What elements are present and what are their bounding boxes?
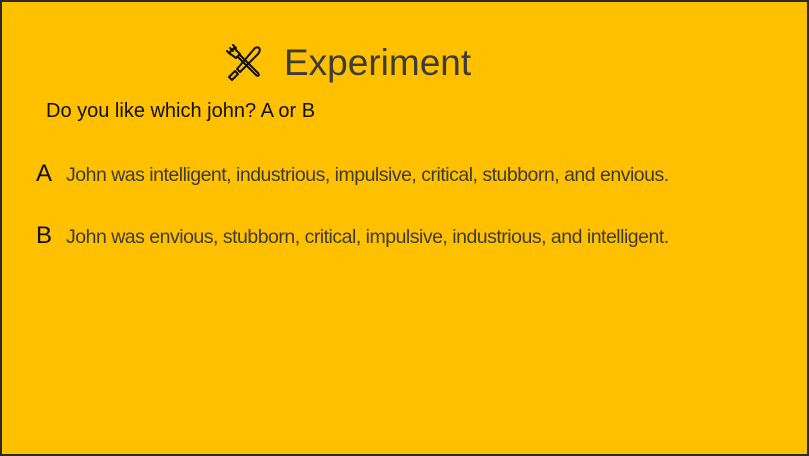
question-text: Do you like which john? A or B [46,100,316,122]
slide-title-row: Experiment [224,38,471,86]
option-b: B John was envious, stubborn, critical, … [36,222,669,250]
utensils-icon [224,42,264,82]
option-a-text: John was intelligent, industrious, impul… [66,164,669,186]
option-b-text: John was envious, stubborn, critical, im… [66,226,669,248]
slide-title: Experiment [284,41,472,83]
option-a: A John was intelligent, industrious, imp… [36,160,669,188]
slide: Experiment Do you like which john? A or … [0,0,809,456]
option-b-letter: B [36,222,53,249]
option-a-letter: A [36,160,53,187]
